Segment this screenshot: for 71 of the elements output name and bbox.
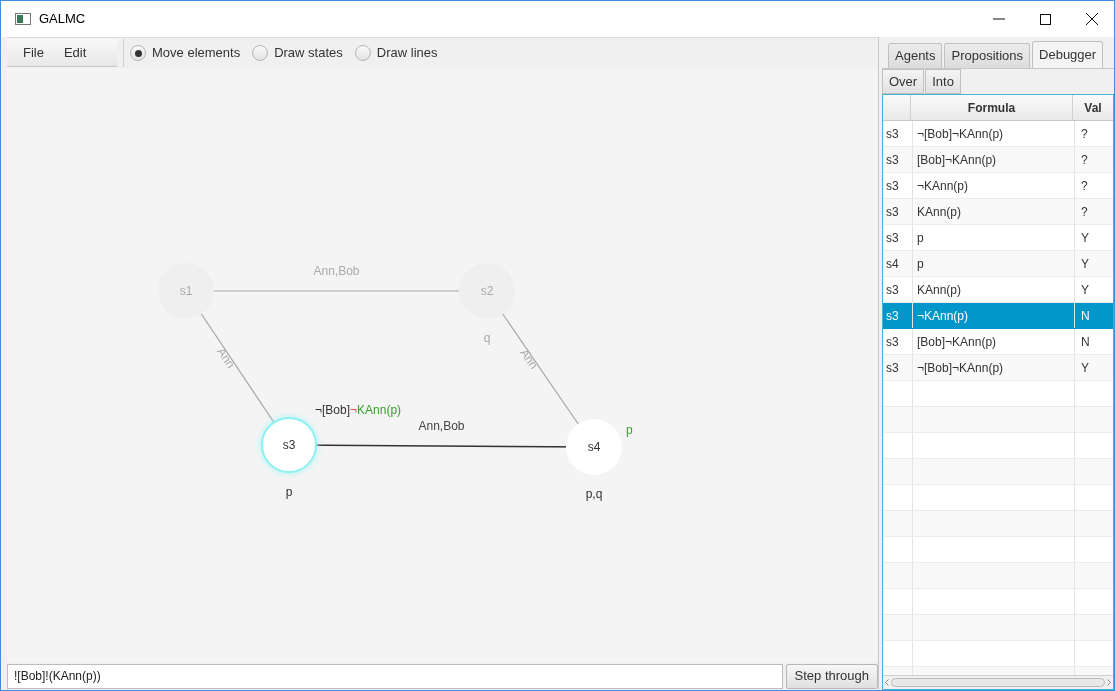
table-row[interactable]: s3 KAnn(p) Y bbox=[883, 277, 1113, 303]
mode-radio[interactable]: Draw lines bbox=[354, 43, 438, 63]
table-row[interactable]: s3 [Bob]¬KAnn(p) N bbox=[883, 329, 1113, 355]
table-cell-text: Y bbox=[1080, 359, 1090, 377]
valuation-label: p bbox=[626, 422, 633, 439]
close-icon[interactable] bbox=[1086, 13, 1098, 25]
proposition-label: p bbox=[285, 484, 293, 501]
table-cell: KAnn(p) bbox=[913, 277, 1075, 302]
table-cell-text: ? bbox=[1080, 125, 1089, 143]
table-cell: s3 bbox=[883, 199, 913, 224]
mode-radio[interactable]: Draw states bbox=[252, 43, 343, 63]
formula-annotation: ¬[Bob]¬KAnn(p) bbox=[315, 402, 402, 419]
table-cell: [Bob]¬KAnn(p) bbox=[913, 147, 1075, 172]
table-cell: s3 bbox=[883, 303, 913, 328]
window-title: GALMC bbox=[39, 10, 86, 29]
state-node[interactable]: s3 bbox=[261, 417, 317, 473]
table-cell: KAnn(p) bbox=[913, 199, 1075, 224]
transition-label: Ann,Bob bbox=[418, 418, 465, 435]
debug-step-button[interactable]: Into bbox=[925, 69, 961, 94]
proposition-label: q bbox=[483, 330, 491, 347]
table-row[interactable]: s3 [Bob]¬KAnn(p) ? bbox=[883, 147, 1113, 173]
table-row[interactable]: s3 ¬KAnn(p) ? bbox=[883, 173, 1113, 199]
table-cell: s4 bbox=[883, 251, 913, 276]
table-cell-text: ? bbox=[1080, 203, 1089, 221]
table-row[interactable]: s4 p Y bbox=[883, 251, 1113, 277]
debug-step-button[interactable]: Over bbox=[882, 69, 925, 94]
table-cell: s3 bbox=[883, 225, 913, 250]
table-cell: [Bob]¬KAnn(p) bbox=[913, 329, 1075, 354]
table-cell-text: Y bbox=[1080, 229, 1090, 247]
transition-label: Ann bbox=[212, 344, 239, 372]
transition-label: Ann bbox=[515, 345, 542, 373]
horizontal-scrollbar[interactable] bbox=[883, 675, 1113, 689]
table-cell-text: Y bbox=[1080, 255, 1090, 273]
column-header[interactable]: Val bbox=[1073, 95, 1113, 120]
table-cell-text: N bbox=[1080, 333, 1091, 351]
table-row[interactable]: s3 ¬[Bob]¬KAnn(p) ? bbox=[883, 121, 1113, 147]
table-cell: p bbox=[913, 225, 1075, 250]
table-cell: s3 bbox=[883, 277, 913, 302]
column-header[interactable]: Formula bbox=[911, 95, 1073, 120]
table-cell: s3 bbox=[883, 121, 913, 146]
table-cell: s3 bbox=[883, 147, 913, 172]
table-cell: p bbox=[913, 251, 1075, 276]
maximize-icon[interactable] bbox=[1040, 13, 1051, 25]
table-row[interactable]: s3 p Y bbox=[883, 225, 1113, 251]
table-cell-text: ? bbox=[1080, 177, 1089, 195]
app-icon bbox=[15, 13, 31, 25]
table-cell-text: ? bbox=[1080, 151, 1089, 169]
mode-radio[interactable]: Move elements bbox=[130, 43, 241, 63]
formula-input[interactable]: ![Bob]!(KAnn(p)) bbox=[7, 663, 783, 689]
table-row[interactable]: s3 KAnn(p) ? bbox=[883, 199, 1113, 225]
menu-item[interactable]: Edit bbox=[63, 42, 87, 63]
table-cell: ¬[Bob]¬KAnn(p) bbox=[913, 355, 1075, 380]
tab[interactable]: Propositions bbox=[944, 43, 1031, 68]
transition-label: Ann,Bob bbox=[313, 263, 360, 280]
table-cell: s3 bbox=[883, 173, 913, 198]
table-cell-text: N bbox=[1080, 307, 1091, 325]
table-row[interactable]: s3 ¬[Bob]¬KAnn(p) Y bbox=[883, 355, 1113, 381]
table-cell-text: Y bbox=[1080, 281, 1090, 299]
tab[interactable]: Debugger bbox=[1032, 41, 1104, 68]
step-through-button[interactable]: Step through bbox=[785, 663, 878, 689]
proposition-label: p,q bbox=[585, 486, 603, 503]
scroll-left-icon[interactable] bbox=[885, 679, 889, 686]
tab[interactable]: Agents bbox=[888, 43, 943, 68]
table-cell: ¬KAnn(p) bbox=[913, 303, 1075, 328]
scroll-right-icon[interactable] bbox=[1107, 679, 1111, 686]
state-node[interactable]: s4 bbox=[566, 419, 622, 475]
table-cell: s3 bbox=[883, 329, 913, 354]
table-cell: ¬KAnn(p) bbox=[913, 173, 1075, 198]
menu-item[interactable]: File bbox=[23, 42, 44, 63]
table-cell: ¬[Bob]¬KAnn(p) bbox=[913, 121, 1075, 146]
table-cell: s3 bbox=[883, 355, 913, 380]
